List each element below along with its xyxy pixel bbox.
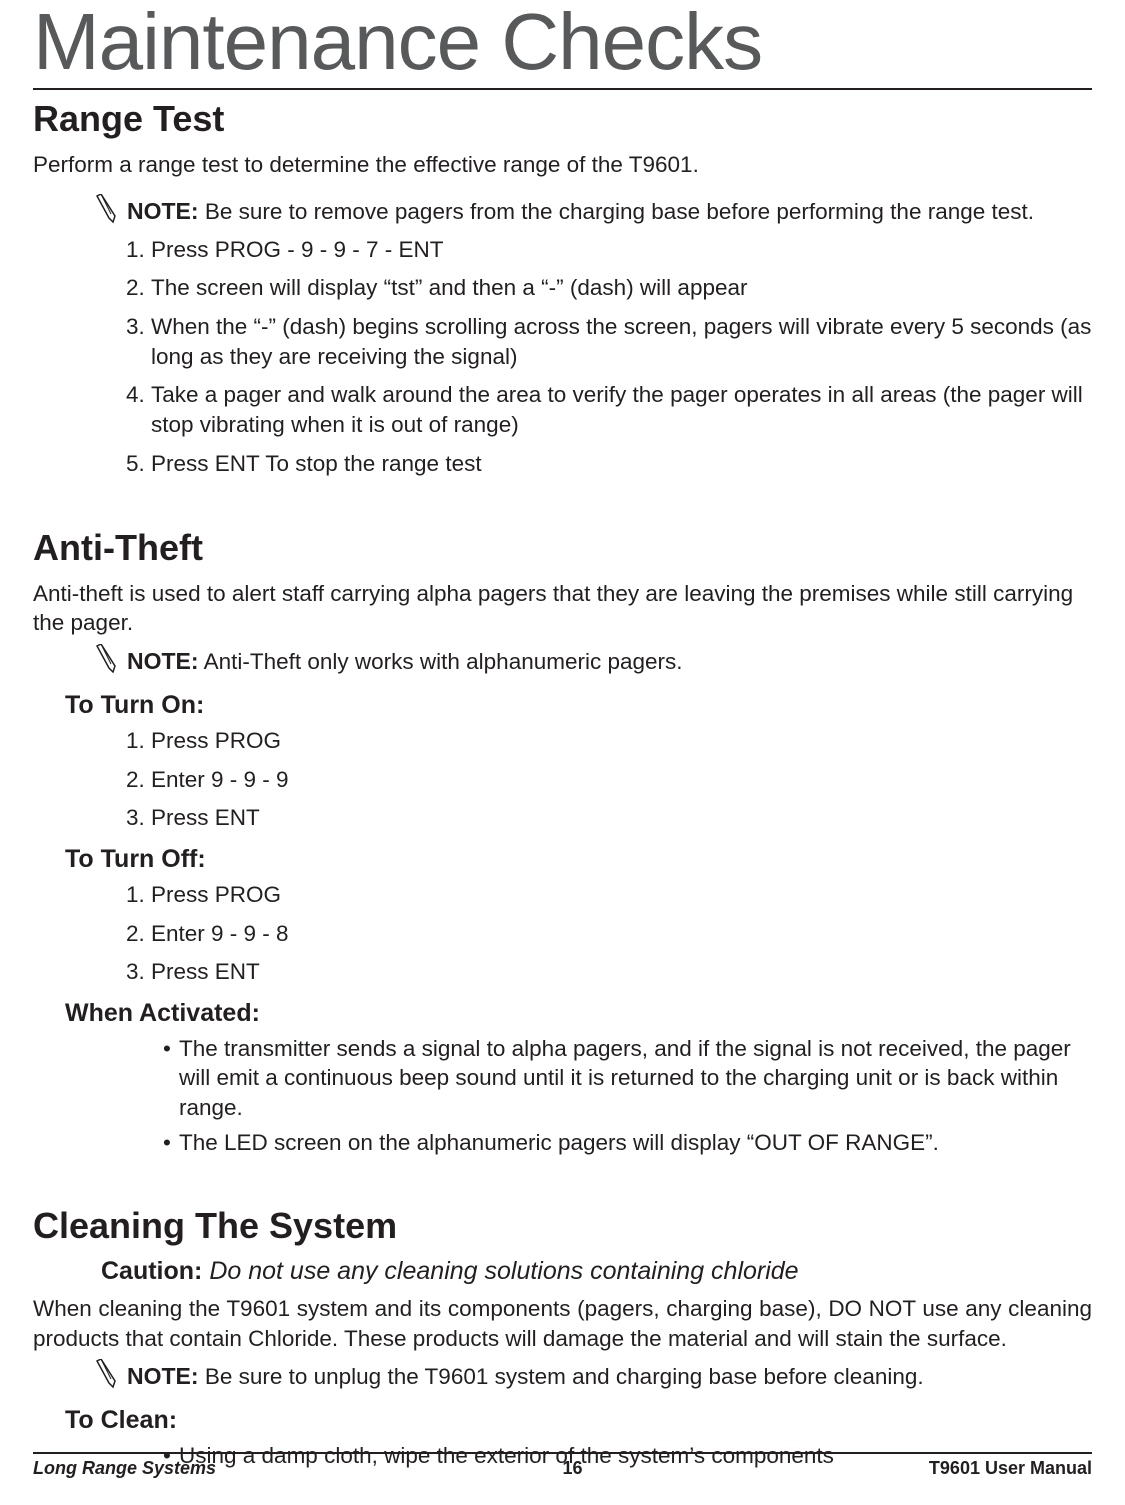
list-item: The LED screen on the alphanumeric pager… [163, 1128, 1092, 1157]
anti-theft-note: NOTE: Anti-Theft only works with alphanu… [91, 648, 1092, 679]
list-item: Press ENT [151, 803, 1092, 833]
anti-theft-intro: Anti-theft is used to alert staff carryi… [33, 579, 1092, 638]
turn-on-steps: Press PROG Enter 9 - 9 - 9 Press ENT [33, 726, 1092, 833]
page-title: Maintenance Checks [33, 0, 1092, 82]
list-item: The transmitter sends a signal to alpha … [163, 1034, 1092, 1122]
cleaning-note: NOTE: Be sure to unplug the T9601 system… [91, 1363, 1092, 1394]
list-item: Enter 9 - 9 - 9 [151, 765, 1092, 795]
note-label: NOTE: [127, 1363, 199, 1389]
note-text: NOTE: Anti-Theft only works with alphanu… [127, 648, 683, 675]
pencil-icon [91, 644, 117, 679]
range-test-steps: Press PROG - 9 - 9 - 7 - ENT The screen … [33, 235, 1092, 479]
title-rule [33, 88, 1092, 90]
pencil-icon [91, 194, 117, 229]
turn-on-heading: To Turn On: [65, 691, 1092, 720]
list-item: Press ENT To stop the range test [151, 449, 1092, 479]
pencil-icon [91, 1359, 117, 1394]
note-label: NOTE: [127, 648, 199, 674]
caution-label: Caution: [101, 1257, 202, 1285]
page-footer: Long Range Systems 16 T9601 User Manual [33, 1452, 1092, 1479]
note-text: NOTE: Be sure to unplug the T9601 system… [127, 1363, 924, 1390]
footer-rule [33, 1452, 1092, 1454]
when-activated-bullets: The transmitter sends a signal to alpha … [33, 1034, 1092, 1157]
footer-page-number: 16 [562, 1458, 582, 1479]
list-item: When the “-” (dash) begins scrolling acr… [151, 312, 1092, 371]
list-item: Press PROG [151, 726, 1092, 756]
caution-text: Do not use any cleaning solutions contai… [202, 1257, 798, 1285]
list-item: Press PROG - 9 - 9 - 7 - ENT [151, 235, 1092, 265]
list-item: Press ENT [151, 957, 1092, 987]
anti-theft-heading: Anti-Theft [33, 527, 1092, 569]
footer-left: Long Range Systems [33, 1458, 216, 1479]
range-test-heading: Range Test [33, 98, 1092, 140]
list-item: Press PROG [151, 880, 1092, 910]
when-activated-heading: When Activated: [65, 999, 1092, 1028]
note-label: NOTE: [127, 198, 199, 224]
list-item: The screen will display “tst” and then a… [151, 273, 1092, 303]
cleaning-heading: Cleaning The System [33, 1205, 1092, 1247]
note-text: NOTE: Be sure to remove pagers from the … [127, 198, 1034, 225]
list-item: Enter 9 - 9 - 8 [151, 919, 1092, 949]
list-item: Take a pager and walk around the area to… [151, 380, 1092, 439]
range-test-intro: Perform a range test to determine the ef… [33, 150, 1092, 180]
to-clean-heading: To Clean: [65, 1406, 1092, 1435]
range-test-note: NOTE: Be sure to remove pagers from the … [91, 198, 1092, 229]
cleaning-caution: Caution: Do not use any cleaning solutio… [101, 1257, 1092, 1286]
turn-off-steps: Press PROG Enter 9 - 9 - 8 Press ENT [33, 880, 1092, 987]
footer-right: T9601 User Manual [929, 1458, 1092, 1479]
turn-off-heading: To Turn Off: [65, 845, 1092, 874]
cleaning-intro: When cleaning the T9601 system and its c… [33, 1294, 1092, 1353]
